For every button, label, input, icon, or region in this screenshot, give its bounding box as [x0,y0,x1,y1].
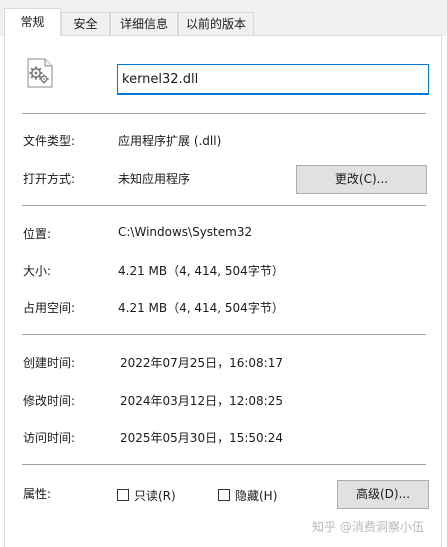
hidden-label: 隐藏(H) [235,488,278,503]
created-label: 创建时间: [23,356,76,370]
readonly-label: 只读(R) [134,488,176,503]
readonly-checkbox[interactable]: 只读(R) [117,487,176,503]
general-panel [4,35,442,547]
created-value: 2022年07月25日，16:08:17 [120,356,283,370]
opens-with-label: 打开方式: [23,172,76,186]
tab-general[interactable]: 常规 [4,8,61,36]
size-on-disk-value: 4.21 MB（4, 414, 504字节） [118,301,284,315]
file-type-value: 应用程序扩展 (.dll) [118,134,222,148]
divider [22,205,426,206]
checkbox-box[interactable] [218,489,230,501]
attributes-label: 属性: [23,487,52,501]
accessed-value: 2025年05月30日，15:50:24 [120,431,283,445]
hidden-checkbox[interactable]: 隐藏(H) [218,487,277,503]
filename-input[interactable] [117,64,429,95]
opens-with-value: 未知应用程序 [118,172,191,186]
modified-value: 2024年03月12日，12:08:25 [120,394,283,408]
tab-strip: 常规 安全 详细信息 以前的版本 [0,0,447,36]
accessed-label: 访问时间: [23,431,76,445]
divider [22,113,426,114]
tab-details[interactable]: 详细信息 [110,12,178,35]
divider [22,334,426,335]
tab-security[interactable]: 安全 [61,12,110,35]
location-label: 位置: [23,227,52,241]
advanced-button[interactable]: 高级(D)... [337,480,429,509]
size-value: 4.21 MB（4, 414, 504字节） [118,264,284,278]
size-on-disk-label: 占用空间: [23,301,76,315]
file-type-label: 文件类型: [23,134,76,148]
checkbox-box[interactable] [117,489,129,501]
location-value: C:\Windows\System32 [118,225,253,239]
modified-label: 修改时间: [23,394,76,408]
change-button[interactable]: 更改(C)... [296,165,427,194]
divider [22,464,426,465]
dll-file-gear-icon [27,58,53,88]
size-label: 大小: [23,264,52,278]
watermark: 知乎 @消费洞察小伍 [312,520,424,534]
tab-previous-versions[interactable]: 以前的版本 [178,12,254,35]
